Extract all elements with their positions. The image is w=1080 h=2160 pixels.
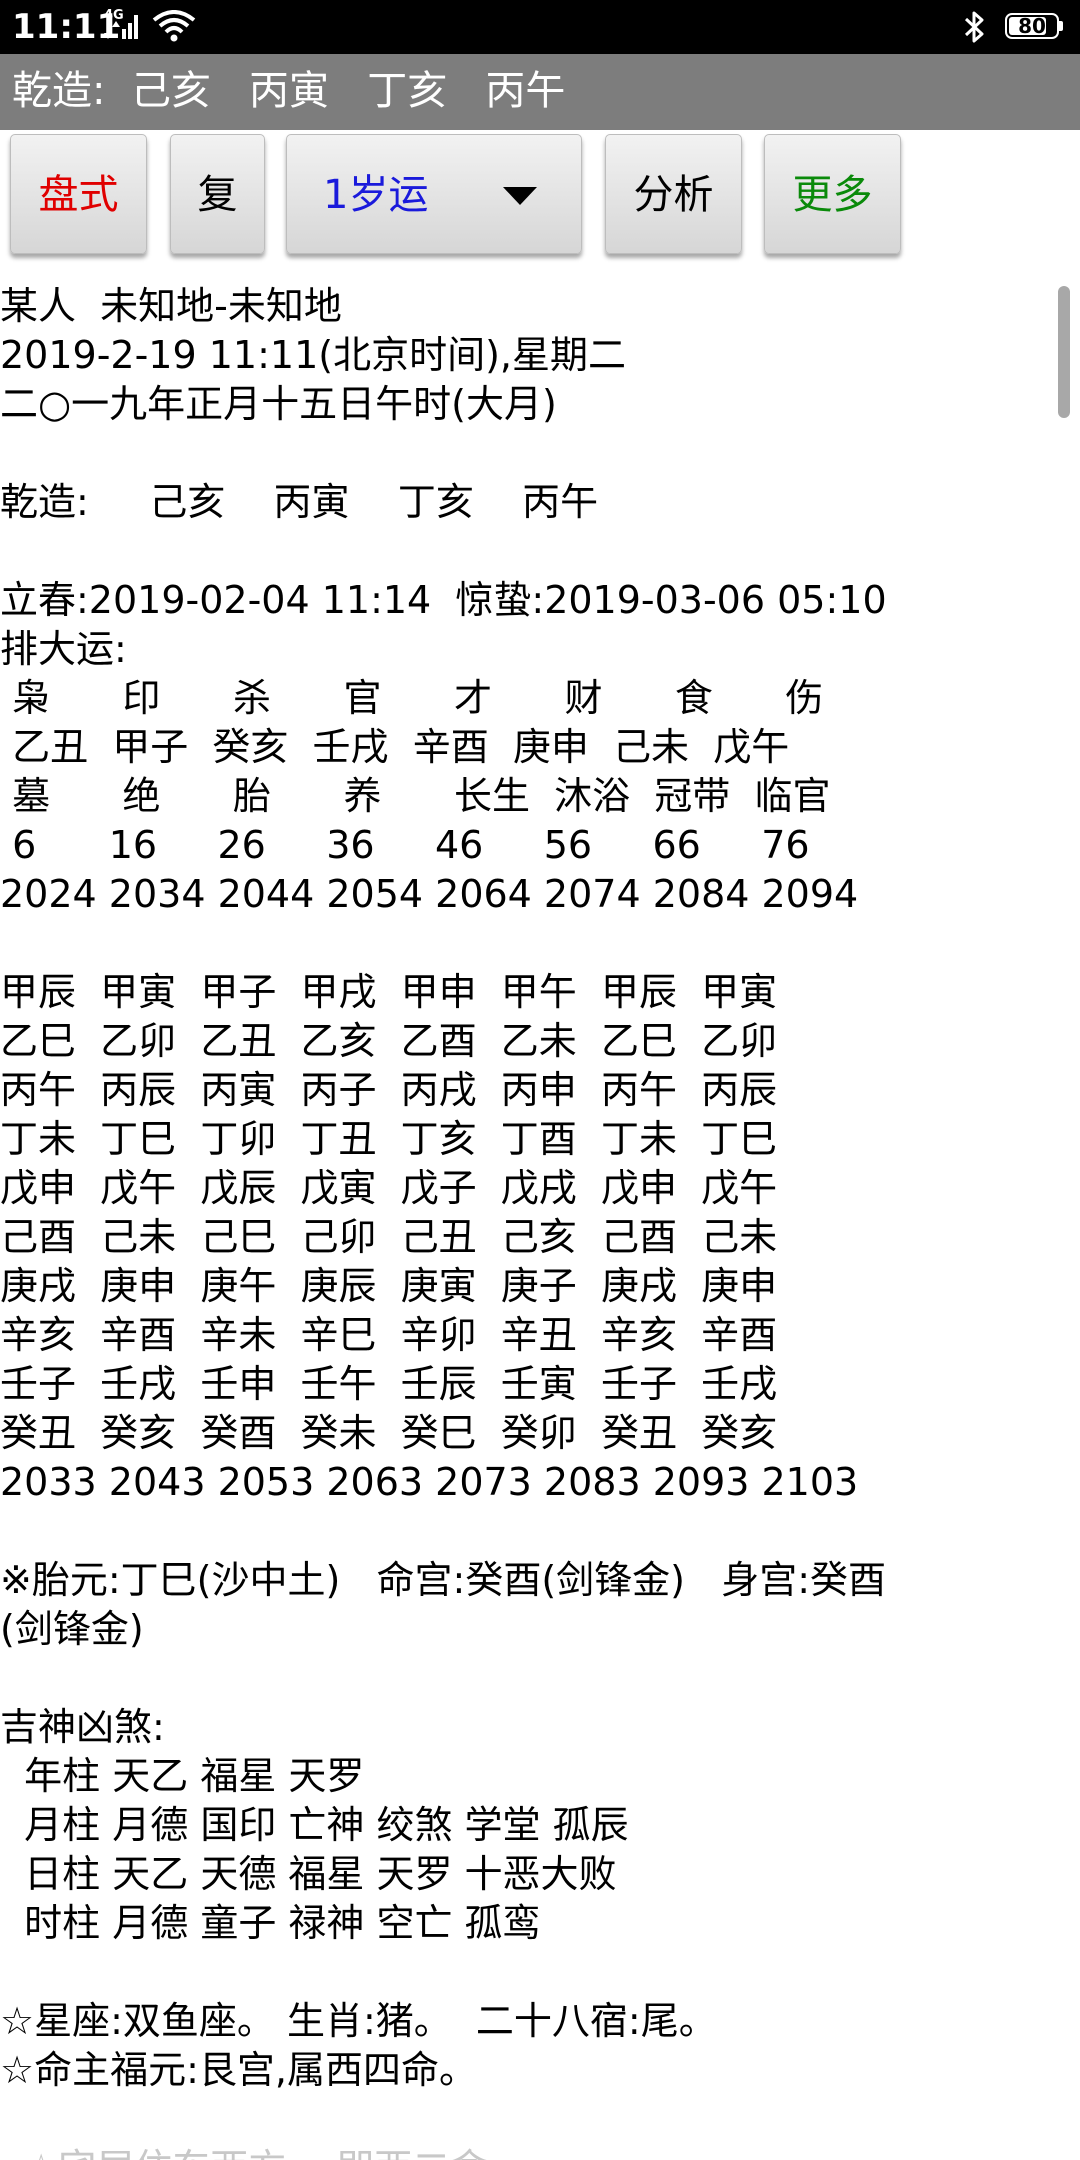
chart-text-line: 乙巳 乙卯 乙丑 乙亥 乙酉 乙未 乙巳 乙卯 [0,1019,778,1063]
chart-text-line: 2024 2034 2044 2054 2064 2074 2084 2094 [0,872,859,916]
chart-text-line: 2019-2-19 11:11(北京时间),星期二 [0,333,626,377]
chart-text-line: ☆星座:双鱼座。 生肖:猪。 二十八宿:尾。 [0,1999,717,2043]
title-bar: 乾造: 己亥 丙寅 丁亥 丙午 [0,54,1080,130]
chart-text-line [0,429,1060,478]
chart-text-line: ※胎元:丁巳(沙中土) 命宫:癸酉(剑锋金) 身宫:癸酉 [0,1558,887,1602]
chart-text-panel[interactable]: 某人 未知地-未知地 2019-2-19 11:11(北京时间),星期二 二○一九年… [0,282,1060,2160]
chart-text-line: 庚戌 庚申 庚午 庚辰 庚寅 庚子 庚戌 庚申 [0,1264,778,1308]
chart-text-line: 2033 2043 2053 2063 2073 2083 2093 2103 [0,1460,859,1504]
chart-text-line: (剑锋金) [0,1607,144,1651]
battery-icon: 80 [1005,13,1059,39]
chart-text-line: 癸丑 癸亥 癸酉 癸未 癸巳 癸卯 癸丑 癸亥 [0,1411,778,1455]
chart-text-line: 己酉 己未 己巳 己卯 己丑 己亥 己酉 己未 [0,1215,778,1259]
chart-text-line: 枭 印 杀 官 才 财 食 伤 [0,676,824,720]
chart-text-line: 乙丑 甲子 癸亥 壬戌 辛酉 庚申 己未 戊午 [0,725,790,769]
scrollbar[interactable] [1058,286,1070,418]
chart-text: 某人 未知地-未知地 2019-2-19 11:11(北京时间),星期二 二○一九年… [0,282,1060,2160]
chart-text-line [0,2095,1060,2144]
chart-text-line: 辛亥 辛酉 辛未 辛巳 辛卯 辛丑 辛亥 辛酉 [0,1313,778,1357]
chart-text-line [0,919,1060,968]
chart-text-line: 年柱 天乙 福星 天罗 [0,1754,365,1798]
chart-text-line: 甲辰 甲寅 甲子 甲戌 甲申 甲午 甲辰 甲寅 [0,970,778,1014]
status-bar: 11:11 4G 80 [0,0,1080,54]
chart-text-line [0,1507,1060,1556]
chart-text-line [0,1654,1060,1703]
signal-icon [104,15,138,39]
wifi-icon [152,10,196,42]
chart-text-line: 日柱 天乙 天德 福星 天罗 十恶大败 [0,1852,617,1896]
battery-level-text: 80 [1018,14,1046,38]
chart-text-line: 月柱 月德 国印 亡神 绞煞 学堂 孤辰 [0,1803,629,1847]
panshi-button[interactable]: 盘式 [10,134,147,254]
chevron-down-icon [503,187,537,205]
chart-text-line: 某人 未知地-未知地 [0,284,342,328]
chart-text-line: 时柱 月德 童子 禄神 空亡 孤鸾 [0,1901,541,1945]
chart-text-line: 排大运: [0,627,127,671]
chart-text-line [0,1948,1060,1997]
gengduo-button[interactable]: 更多 [764,134,901,254]
chart-text-line: 6 16 26 36 46 56 66 76 [0,823,810,867]
chart-text-line: 丁未 丁巳 丁卯 丁丑 丁亥 丁酉 丁未 丁巳 [0,1117,778,1161]
toolbar: 盘式 复 1岁运 分析 更多 [0,130,1080,270]
dayun-dropdown[interactable]: 1岁运 [286,134,582,254]
page-title: 乾造: 己亥 丙寅 丁亥 丙午 [12,68,566,114]
battery-tip [1059,21,1063,31]
bluetooth-icon [964,11,984,43]
chart-text-line: 乾造: 己亥 丙寅 丁亥 丙午 [0,480,599,524]
chart-text-line: ☆命主福元:艮宫,属西四命。 [0,2048,477,2092]
chart-text-line [0,527,1060,576]
chart-text-line: 二○一九年正月十五日午时(大月) [0,382,557,426]
chart-text-line: 吉神凶煞: [0,1705,165,1749]
chart-text-line: 丙午 丙辰 丙寅 丙子 丙戌 丙申 丙午 丙辰 [0,1068,778,1112]
fenxi-button[interactable]: 分析 [605,134,742,254]
fu-button[interactable]: 复 [170,134,265,254]
chart-text-line: 立春:2019-02-04 11:14 惊蛰:2019-03-06 05:10 [0,578,887,622]
chart-text-line-faded: ☆宅居住东西方。 即西二命 [0,2144,1060,2160]
chart-text-line: 壬子 壬戌 壬申 壬午 壬辰 壬寅 壬子 壬戌 [0,1362,778,1406]
dayun-dropdown-label: 1岁运 [323,172,429,218]
chart-text-line: 戊申 戊午 戊辰 戊寅 戊子 戊戌 戊申 戊午 [0,1166,778,1210]
chart-text-line: 墓 绝 胎 养 长生 沐浴 冠带 临官 [0,774,831,818]
